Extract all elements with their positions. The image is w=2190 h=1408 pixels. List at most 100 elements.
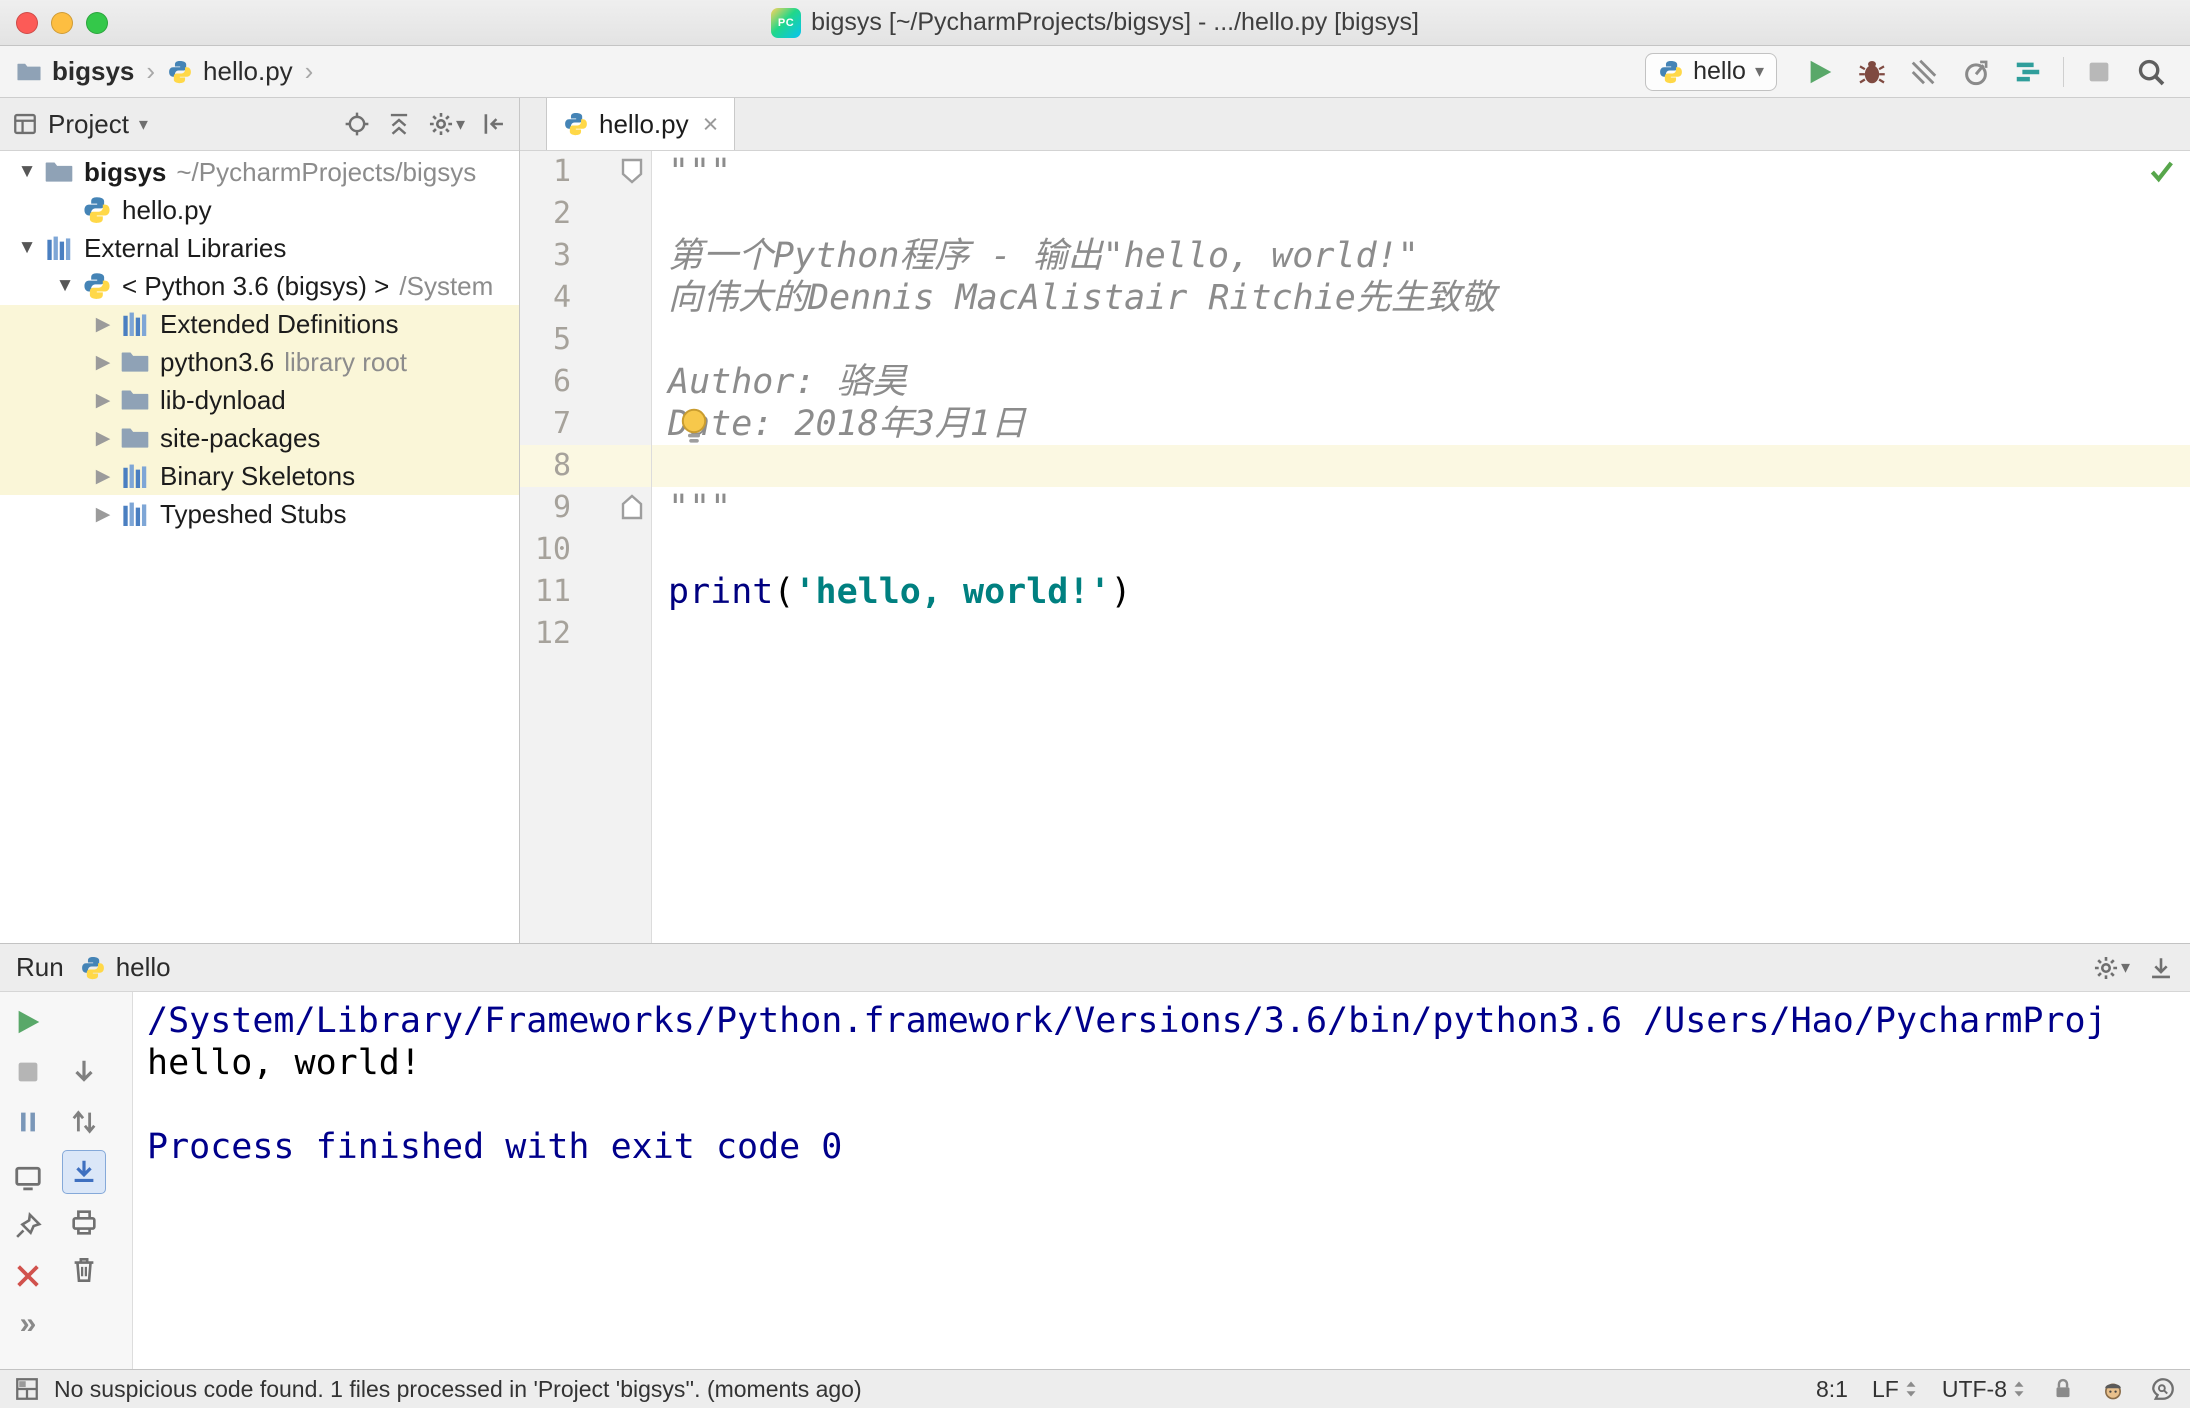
pin-tab-button[interactable] — [6, 1204, 50, 1248]
project-tree: ▼ bigsys ~/PycharmProjects/bigsys hello.… — [0, 151, 519, 943]
restore-layout-button[interactable] — [6, 1156, 50, 1200]
profiler-button[interactable] — [1953, 49, 1999, 95]
tree-item-python-sdk[interactable]: ▼ < Python 3.6 (bigsys) > /System — [0, 267, 519, 305]
pycharm-window: PC bigsys [~/PycharmProjects/bigsys] - .… — [0, 0, 2190, 1408]
stop-button[interactable] — [2076, 49, 2122, 95]
chevron-right-icon: › — [146, 56, 156, 86]
line-number[interactable]: 10 — [520, 529, 651, 571]
tree-item-extended-definitions[interactable]: ▶ Extended Definitions — [0, 305, 519, 343]
breadcrumb-file[interactable]: hello.py — [203, 56, 293, 87]
chevron-collapsed-icon[interactable]: ▶ — [86, 351, 120, 374]
gear-icon — [2094, 956, 2118, 979]
fold-region-start-icon[interactable] — [620, 157, 644, 185]
collapse-all-icon[interactable] — [386, 111, 412, 137]
library-icon — [120, 499, 150, 529]
chevron-expanded-icon[interactable]: ▼ — [48, 275, 82, 297]
line-number[interactable]: 5 — [520, 319, 651, 361]
tree-item-external-libraries[interactable]: ▼ External Libraries — [0, 229, 519, 267]
chevron-collapsed-icon[interactable]: ▶ — [86, 389, 120, 412]
line-number[interactable]: 8 — [520, 445, 651, 487]
code-line: print('hello, world!') — [652, 571, 2190, 613]
encoding-label: UTF-8 — [1941, 1375, 2007, 1402]
intention-bulb-icon[interactable] — [678, 407, 710, 445]
zoom-window-button[interactable] — [86, 11, 108, 34]
tree-item-site-packages[interactable]: ▶ site-packages — [0, 419, 519, 457]
run-panel-title[interactable]: Run — [16, 952, 64, 983]
clear-console-button[interactable] — [62, 1248, 106, 1292]
locate-file-icon[interactable] — [344, 111, 370, 137]
run-console-output[interactable]: /System/Library/Frameworks/Python.framew… — [133, 992, 2190, 1369]
python-file-icon — [82, 195, 112, 225]
line-number[interactable]: 11 — [520, 571, 651, 613]
fold-region-end-icon[interactable] — [620, 493, 644, 521]
docstring-delimiter: """ — [668, 152, 732, 192]
close-console-button[interactable] — [6, 1254, 50, 1298]
tree-item-label: < Python 3.6 (bigsys) > — [122, 270, 390, 301]
tree-item-hello-py[interactable]: hello.py — [0, 191, 519, 229]
code-area[interactable]: """ 第一个Python程序 - 输出"hello, world!" 向伟大的… — [652, 151, 2190, 943]
stacktrace-nav-button[interactable] — [62, 1100, 106, 1144]
hide-panel-icon[interactable] — [481, 111, 507, 137]
tree-item-python36-root[interactable]: ▶ python3.6 library root — [0, 343, 519, 381]
run-config-tab[interactable]: hello — [80, 952, 171, 983]
breadcrumb: bigsys › hello.py › — [16, 56, 315, 87]
line-number[interactable]: 3 — [520, 235, 651, 277]
close-tab-icon[interactable]: × — [703, 109, 719, 140]
line-number[interactable]: 6 — [520, 361, 651, 403]
chevron-collapsed-icon[interactable]: ▶ — [86, 427, 120, 450]
project-panel-title[interactable]: Project — [48, 109, 129, 140]
line-number[interactable]: 2 — [520, 193, 651, 235]
tree-item-lib-dynload[interactable]: ▶ lib-dynload — [0, 381, 519, 419]
up-down-arrows-icon — [1906, 1381, 1916, 1397]
search-everywhere-button[interactable] — [2128, 49, 2174, 95]
panel-settings-button[interactable]: ▾ — [428, 111, 465, 137]
close-window-button[interactable] — [16, 11, 38, 34]
toolwindow-switcher-icon[interactable] — [14, 1376, 40, 1402]
tree-item-binary-skeletons[interactable]: ▶ Binary Skeletons — [0, 457, 519, 495]
minimize-window-button[interactable] — [51, 11, 73, 34]
chevron-collapsed-icon[interactable]: ▶ — [86, 313, 120, 336]
tree-item-typeshed-stubs[interactable]: ▶ Typeshed Stubs — [0, 495, 519, 533]
hide-toolbar-button[interactable]: » — [6, 1302, 50, 1346]
line-number[interactable]: 4 — [520, 277, 651, 319]
encoding-widget[interactable]: UTF-8 — [1942, 1376, 2026, 1403]
caret-position-widget[interactable]: 8:1 — [1816, 1376, 1848, 1403]
breadcrumb-project[interactable]: bigsys — [52, 56, 134, 87]
pause-output-button[interactable] — [6, 1100, 50, 1144]
inspection-ok-icon[interactable] — [2148, 157, 2176, 185]
tree-item-note: library root — [284, 346, 408, 377]
console-line: Process finished with exit code 0 — [147, 1127, 843, 1167]
tab-hello-py[interactable]: hello.py × — [546, 98, 736, 150]
play-icon — [1810, 60, 1832, 83]
run-with-coverage-button[interactable] — [1901, 49, 1947, 95]
hector-inspector-icon[interactable] — [2100, 1376, 2126, 1402]
navigation-bar: bigsys › hello.py › hello ▾ — [0, 46, 2190, 98]
lock-icon[interactable] — [2050, 1376, 2076, 1402]
run-configuration-select[interactable]: hello ▾ — [1645, 52, 1777, 91]
chevron-collapsed-icon[interactable]: ▶ — [86, 503, 120, 526]
tree-item-bigsys[interactable]: ▼ bigsys ~/PycharmProjects/bigsys — [0, 153, 519, 191]
debug-button[interactable] — [1849, 49, 1895, 95]
editor[interactable]: 1 2 3 4 5 6 7 8 9 10 11 12 """ 第一个Python… — [520, 151, 2190, 943]
chevron-collapsed-icon[interactable]: ▶ — [86, 465, 120, 488]
run-panel-actions: ▾ — [2093, 955, 2174, 981]
line-number[interactable]: 7 — [520, 403, 651, 445]
run-console-toolbar: » — [0, 992, 133, 1369]
line-number[interactable]: 12 — [520, 613, 651, 655]
code-line: Author: 骆昊 — [652, 361, 2190, 403]
run-button[interactable] — [1797, 49, 1843, 95]
print-console-button[interactable] — [62, 1200, 106, 1244]
scroll-down-button[interactable] — [62, 1050, 106, 1094]
dock-panel-icon[interactable] — [2148, 955, 2174, 981]
concurrency-icon — [2016, 62, 2040, 81]
rerun-button[interactable] — [6, 1000, 50, 1044]
run-settings-button[interactable]: ▾ — [2093, 955, 2130, 981]
chevron-expanded-icon[interactable]: ▼ — [10, 161, 44, 183]
chevron-expanded-icon[interactable]: ▼ — [10, 237, 44, 259]
line-ending-widget[interactable]: LF — [1872, 1376, 1918, 1403]
event-log-bubble-icon[interactable] — [2150, 1376, 2176, 1402]
stop-button[interactable] — [6, 1050, 50, 1094]
run-config-label: hello — [115, 952, 171, 982]
concurrency-diagram-button[interactable] — [2005, 49, 2051, 95]
scroll-to-end-button[interactable] — [62, 1150, 106, 1194]
